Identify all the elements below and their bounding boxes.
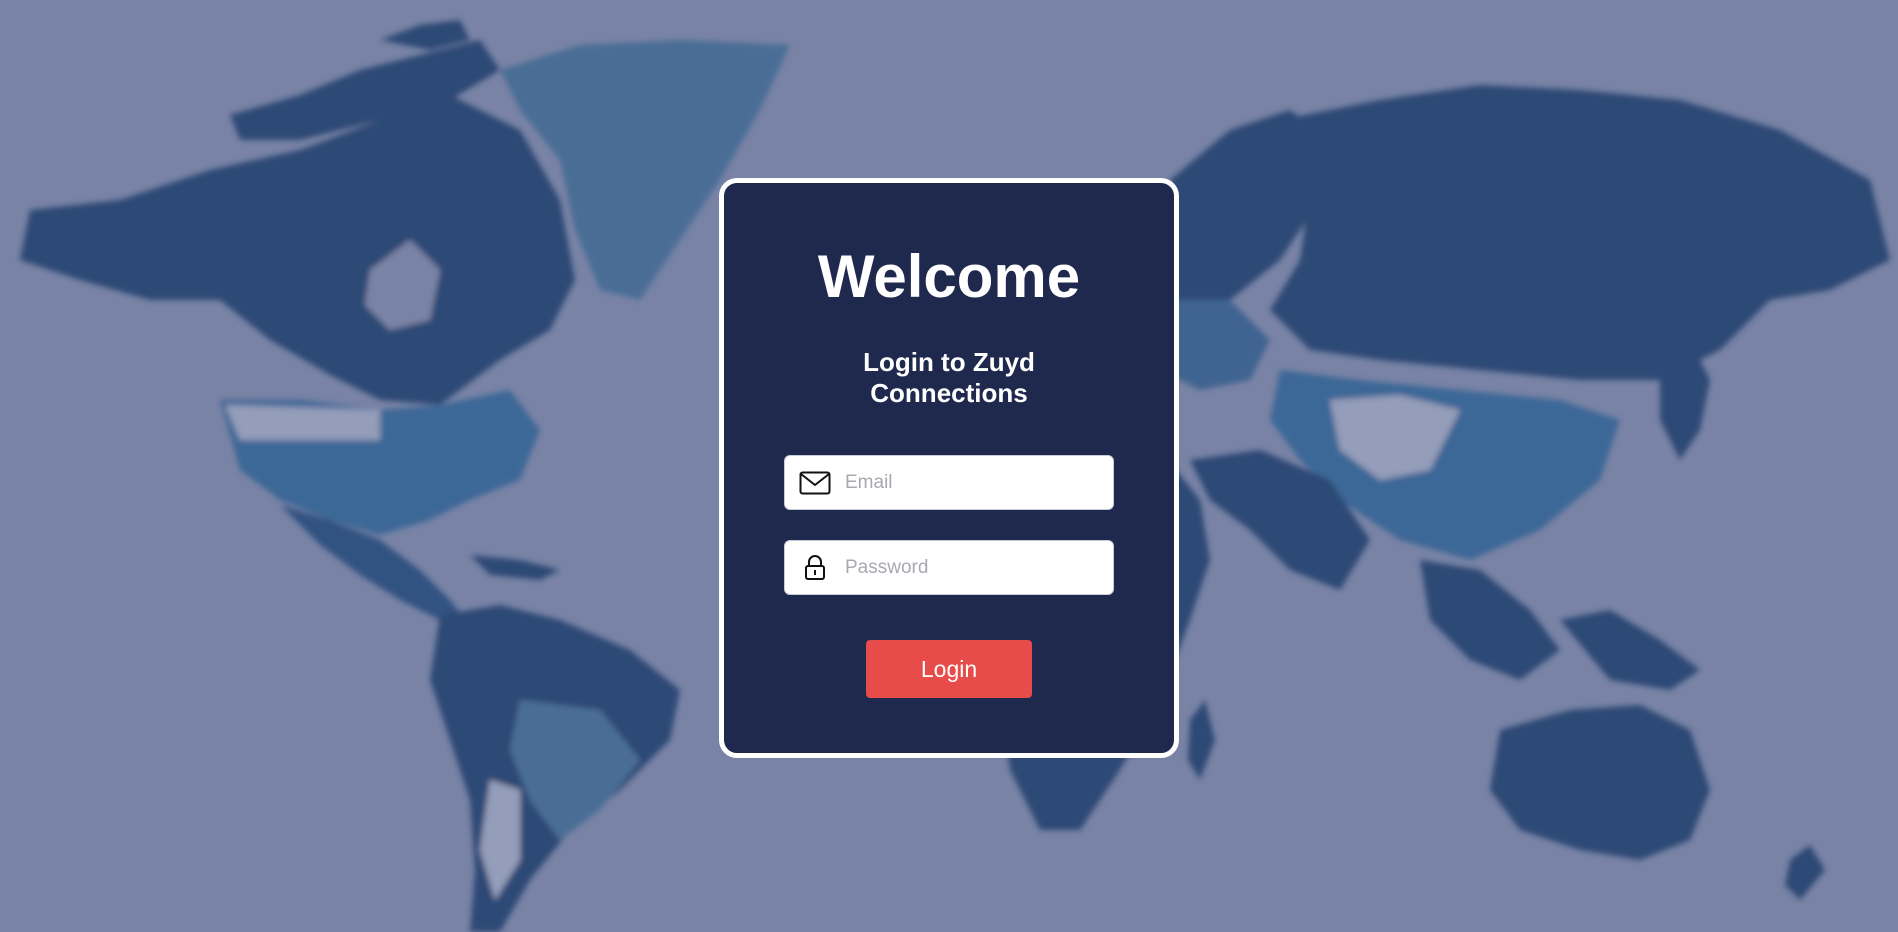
login-card: Welcome Login to Zuyd Connections Lo [719,178,1179,758]
login-button[interactable]: Login [866,640,1032,698]
password-field[interactable] [784,540,1114,595]
login-subtitle: Login to Zuyd Connections [863,347,1035,408]
email-field[interactable] [784,455,1114,510]
welcome-heading: Welcome [817,243,1081,310]
email-input[interactable] [845,471,1095,494]
lock-icon [785,540,845,595]
password-input[interactable] [845,556,1095,579]
envelope-icon [785,455,845,510]
login-page: Welcome Login to Zuyd Connections Lo [0,0,1898,932]
